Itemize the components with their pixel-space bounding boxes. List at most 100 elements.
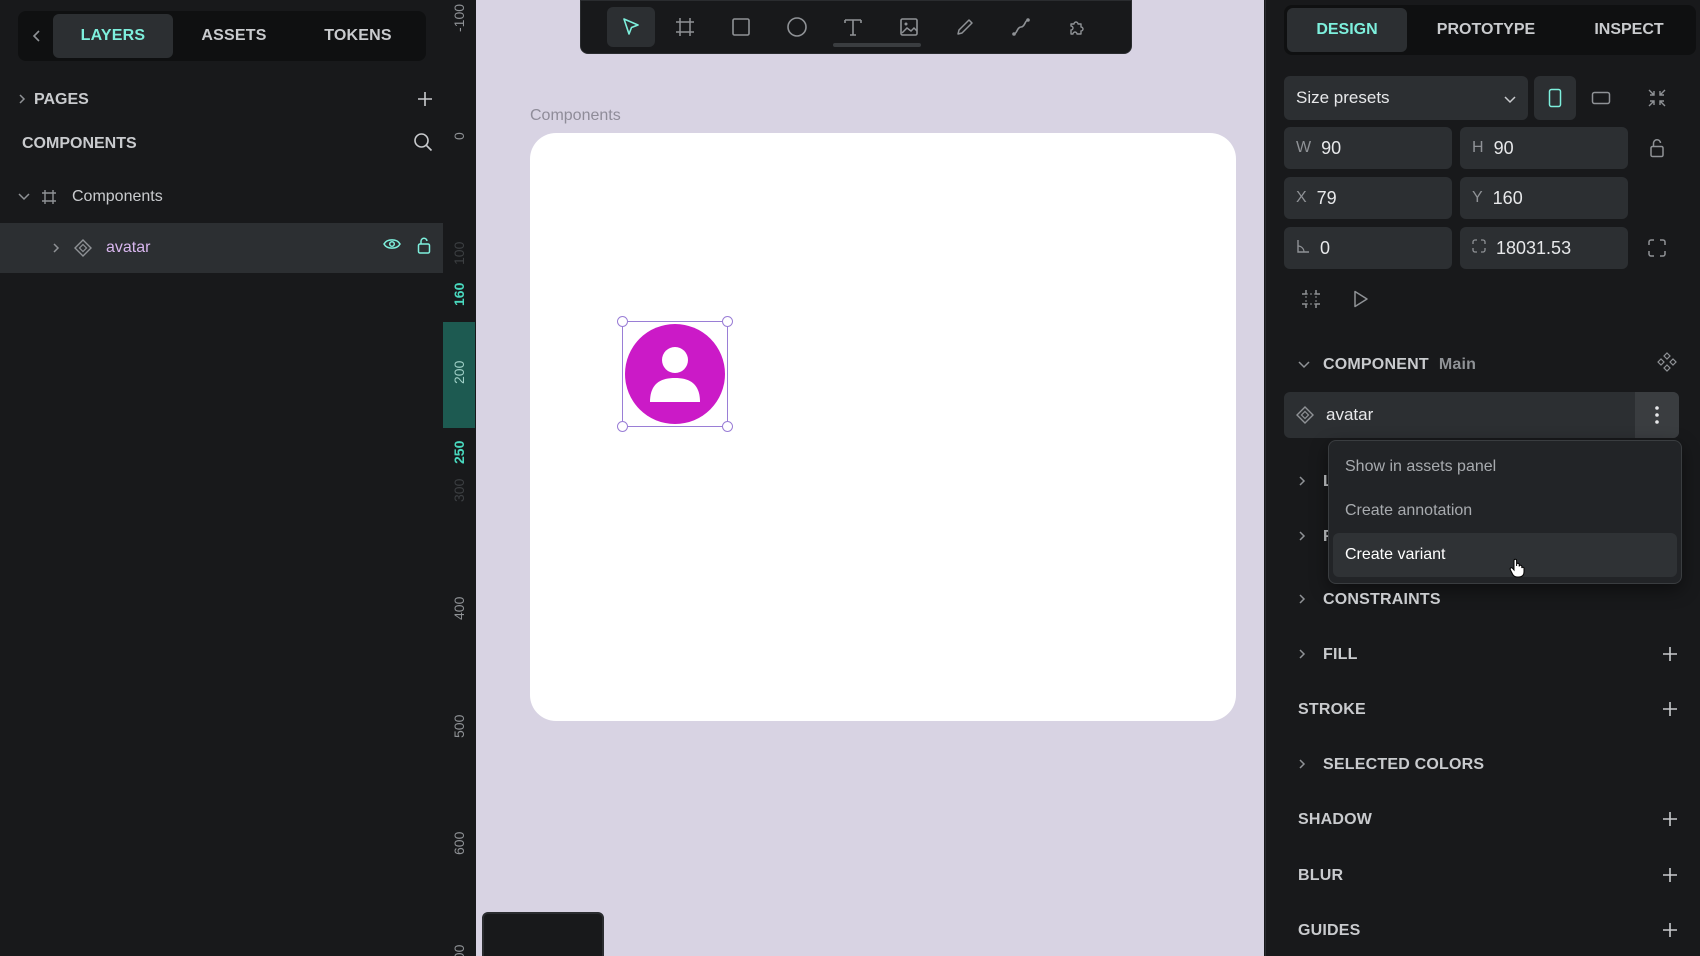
component-context-menu: Show in assets panel Create annotation C…: [1328, 440, 1682, 584]
board-icon: [38, 189, 60, 205]
component-name-row[interactable]: avatar: [1284, 392, 1679, 438]
menu-item-create-annotation[interactable]: Create annotation: [1333, 489, 1677, 533]
toolbar-drag-handle[interactable]: [833, 43, 921, 47]
left-tabbar: LAYERS ASSETS TOKENS: [18, 11, 426, 61]
clip-content-icon[interactable]: [1290, 278, 1332, 320]
ruler-tick: 100: [451, 241, 467, 265]
section-title: GUIDES: [1298, 922, 1361, 939]
play-icon[interactable]: [1340, 278, 1382, 320]
component-icon: [72, 239, 94, 257]
layer-name: Components: [72, 188, 163, 205]
tab-tokens[interactable]: TOKENS: [295, 14, 421, 58]
ruler-tick: 400: [451, 596, 467, 620]
component-section-title: COMPONENT: [1323, 356, 1429, 373]
canvas[interactable]: Components: [476, 0, 1264, 956]
stroke-section-header[interactable]: STROKE: [1298, 695, 1678, 725]
path-tool-icon[interactable]: [995, 7, 1047, 47]
add-stroke-icon[interactable]: [1662, 697, 1678, 723]
avatar-selection[interactable]: [617, 316, 733, 432]
x-value: 79: [1316, 187, 1337, 208]
pages-toggle[interactable]: PAGES: [18, 86, 433, 114]
board-label[interactable]: Components: [530, 107, 621, 125]
independent-corners-icon[interactable]: [1636, 227, 1678, 269]
proportion-lock-icon[interactable]: [1636, 127, 1678, 169]
resize-handle[interactable]: [617, 316, 628, 327]
component-actions-icon[interactable]: [1656, 351, 1678, 379]
resize-handle[interactable]: [617, 421, 628, 432]
component-section-header[interactable]: COMPONENT Main: [1298, 350, 1678, 380]
radius-value: 18031.53: [1496, 237, 1572, 258]
layer-actions: [383, 237, 443, 259]
ruler-tick: 200: [451, 360, 467, 384]
move-tool-icon[interactable]: [607, 7, 655, 47]
ruler-tick: 600: [451, 831, 467, 855]
portrait-orientation-icon[interactable]: [1534, 76, 1576, 120]
more-options-icon[interactable]: [1635, 392, 1679, 438]
tab-design[interactable]: DESIGN: [1287, 8, 1407, 52]
bottom-panel[interactable]: [482, 912, 604, 956]
app-window: LAYERS ASSETS TOKENS PAGES COMPONENTS Co…: [0, 0, 1700, 956]
x-field[interactable]: X 79: [1284, 177, 1452, 219]
layer-row-avatar[interactable]: avatar: [0, 223, 443, 273]
pages-label: PAGES: [34, 91, 89, 108]
guides-section-header[interactable]: GUIDES: [1298, 916, 1678, 946]
resize-handle[interactable]: [722, 421, 733, 432]
shadow-section-header[interactable]: SHADOW: [1298, 805, 1678, 835]
menu-item-show-in-assets[interactable]: Show in assets panel: [1333, 445, 1677, 489]
unlock-icon[interactable]: [417, 237, 431, 259]
add-shadow-icon[interactable]: [1662, 807, 1678, 833]
y-label: Y: [1472, 189, 1483, 206]
chevron-right-icon: [1298, 530, 1323, 545]
rotation-value: 0: [1320, 237, 1331, 258]
menu-item-create-variant[interactable]: Create variant: [1333, 533, 1677, 577]
tab-inspect[interactable]: INSPECT: [1565, 8, 1693, 52]
chevron-down-icon[interactable]: [16, 193, 32, 201]
plugins-tool-icon[interactable]: [1051, 7, 1103, 47]
chevron-down-icon: [1504, 88, 1516, 109]
image-tool-icon[interactable]: [883, 7, 935, 47]
avatar-component[interactable]: [625, 324, 725, 424]
tab-layers[interactable]: LAYERS: [53, 14, 173, 58]
pencil-tool-icon[interactable]: [939, 7, 991, 47]
resize-handle[interactable]: [722, 316, 733, 327]
height-field[interactable]: H 90: [1460, 127, 1628, 169]
add-fill-icon[interactable]: [1662, 642, 1678, 668]
radius-field[interactable]: 18031.53: [1460, 227, 1628, 269]
text-tool-icon[interactable]: [827, 7, 879, 47]
chevron-right-icon[interactable]: [48, 242, 64, 254]
add-page-icon[interactable]: [417, 87, 433, 113]
add-blur-icon[interactable]: [1662, 863, 1678, 889]
right-panel: DESIGN PROTOTYPE INSPECT Size presets W …: [1265, 0, 1700, 956]
y-field[interactable]: Y 160: [1460, 177, 1628, 219]
eye-icon[interactable]: [383, 237, 401, 259]
back-icon[interactable]: [21, 14, 53, 58]
board-tool-icon[interactable]: [659, 7, 711, 47]
landscape-orientation-icon[interactable]: [1580, 76, 1622, 120]
selected-colors-section-header[interactable]: SELECTED COLORS: [1298, 750, 1678, 780]
ruler-tick: -100: [451, 3, 467, 32]
constraints-section-header[interactable]: CONSTRAINTS: [1298, 585, 1678, 615]
size-presets-dropdown[interactable]: Size presets: [1284, 76, 1528, 120]
search-icon[interactable]: [413, 132, 433, 157]
section-title: FILL: [1323, 646, 1358, 663]
components-board[interactable]: [530, 133, 1236, 721]
layer-row-components[interactable]: Components: [0, 172, 443, 222]
tools-toolbar: [580, 0, 1132, 54]
radius-icon: [1472, 238, 1486, 258]
rectangle-tool-icon[interactable]: [715, 7, 767, 47]
ellipse-tool-icon[interactable]: [771, 7, 823, 47]
rotation-field[interactable]: 0: [1284, 227, 1452, 269]
fit-content-icon[interactable]: [1636, 76, 1678, 120]
tab-prototype[interactable]: PROTOTYPE: [1407, 8, 1565, 52]
blur-section-header[interactable]: BLUR: [1298, 861, 1678, 891]
ruler-tick: 160: [451, 282, 467, 306]
component-icon: [1296, 406, 1314, 424]
add-guide-icon[interactable]: [1662, 918, 1678, 944]
ruler-tick: 700: [451, 945, 467, 956]
fill-section-header[interactable]: FILL: [1298, 640, 1678, 670]
chevron-right-icon: [1298, 648, 1323, 663]
tab-assets[interactable]: ASSETS: [173, 14, 295, 58]
chevron-right-icon: [18, 93, 34, 108]
ruler-tick: 300: [451, 478, 467, 502]
width-field[interactable]: W 90: [1284, 127, 1452, 169]
